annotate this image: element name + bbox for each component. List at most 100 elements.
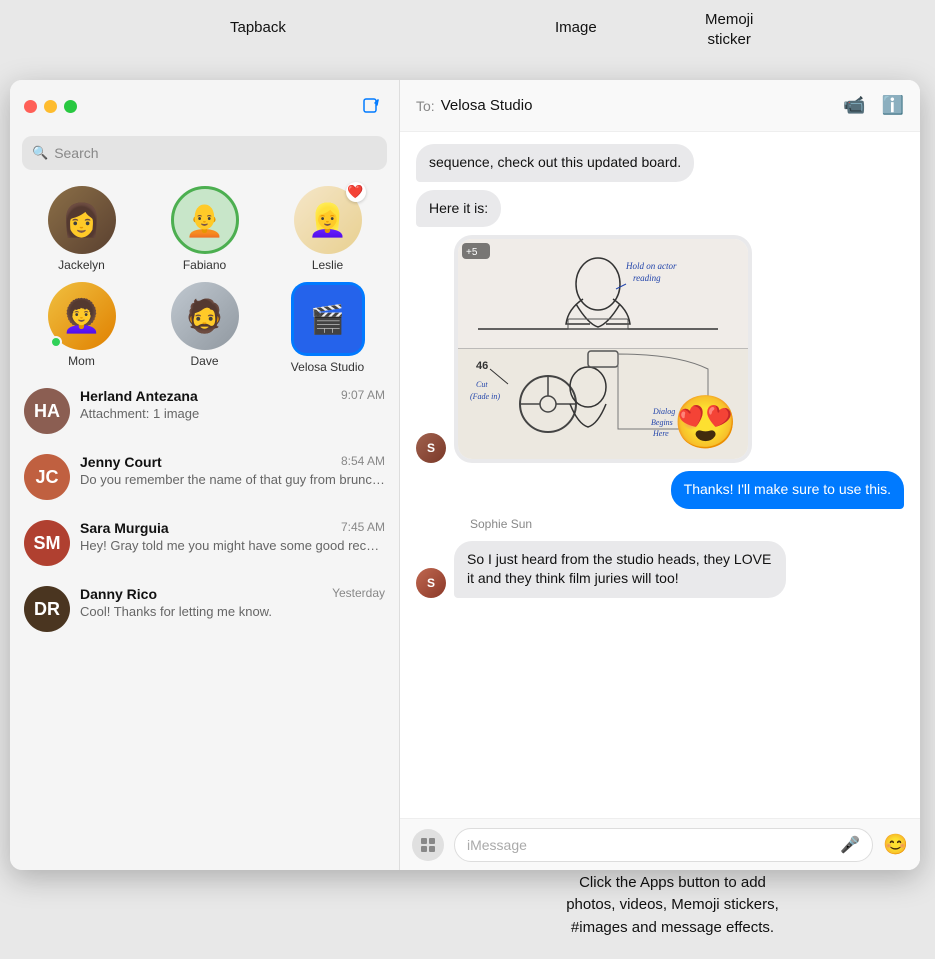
image-label: Image [555,19,597,36]
pinned-leslie[interactable]: 👱‍♀️ ❤️ Leslie [283,186,373,272]
herland-avatar: HA [24,388,70,434]
svg-text:Hold on actor: Hold on actor [625,261,677,271]
jenny-content: Jenny Court 8:54 AM Do you remember the … [80,454,385,487]
chat-header: To: Velosa Studio 📹 ℹ️ [400,80,920,132]
sender-label-sophie: Sophie Sun [470,517,904,531]
fullscreen-button[interactable] [64,100,77,113]
svg-text:+5: +5 [466,247,478,258]
msg-bubble-sent: Thanks! I'll make sure to use this. [671,471,904,509]
dave-avatar-wrap: 🧔 [171,282,239,350]
compose-button[interactable] [357,92,385,120]
svg-text:reading: reading [633,273,661,283]
msg-row-sent: Thanks! I'll make sure to use this. [416,471,904,509]
msg-bubble-sophie: So I just heard from the studio heads, t… [454,541,786,598]
conv-danny[interactable]: DR Danny Rico Yesterday Cool! Thanks for… [10,576,399,642]
herland-content: Herland Antezana 9:07 AM Attachment: 1 i… [80,388,385,421]
conv-herland[interactable]: HA Herland Antezana 9:07 AM Attachment: … [10,378,399,444]
dave-name: Dave [190,354,218,368]
storyboard-image: Hold on actor reading [458,239,748,459]
audio-icon: 🎤 [840,835,860,855]
conversation-list: HA Herland Antezana 9:07 AM Attachment: … [10,378,399,870]
leslie-avatar-wrap: 👱‍♀️ ❤️ [294,186,362,254]
sara-content: Sara Murguia 7:45 AM Hey! Gray told me y… [80,520,385,553]
msg-bubble-2: Here it is: [416,190,501,228]
titlebar [10,80,399,132]
pinned-row-1: 👩 Jackelyn 🧑‍🦲 Fabiano 👱‍♀️ [10,180,399,276]
svg-text:Dialog: Dialog [652,407,675,416]
jenny-preview: Do you remember the name of that guy fro… [80,472,385,487]
memoji-annotation: Memojisticker [705,10,753,49]
herland-time: 9:07 AM [341,388,385,404]
chat-recipient: Velosa Studio [441,97,843,114]
memoji-sticker: 😍 [673,397,738,449]
sara-preview: Hey! Gray told me you might have some go… [80,538,385,553]
jenny-time: 8:54 AM [341,454,385,470]
fabiano-avatar-wrap: 🧑‍🦲 [171,186,239,254]
danny-header: Danny Rico Yesterday [80,586,385,602]
pinned-dave[interactable]: 🧔 Dave [160,282,250,374]
pinned-jackelyn[interactable]: 👩 Jackelyn [37,186,127,272]
mom-name: Mom [68,354,95,368]
herland-name: Herland Antezana [80,388,198,404]
apps-button[interactable] [412,829,444,861]
sophie-mini-avatar: S [416,568,446,598]
msg-row-image: S [416,235,904,463]
sidebar: 🔍 Search 👩 Jackelyn 🧑‍🦲 [10,80,400,870]
fabiano-avatar: 🧑‍🦲 [171,186,239,254]
jenny-avatar: JC [24,454,70,500]
danny-content: Danny Rico Yesterday Cool! Thanks for le… [80,586,385,619]
pinned-fabiano[interactable]: 🧑‍🦲 Fabiano [160,186,250,272]
pinned-mom[interactable]: 👩‍🦱 Mom [37,282,127,374]
jackelyn-avatar: 👩 [48,186,116,254]
search-input[interactable]: Search [54,145,98,161]
emoji-button[interactable]: 😊 [883,832,908,857]
minimize-button[interactable] [44,100,57,113]
traffic-lights [24,100,77,113]
chat-header-icons: 📹 ℹ️ [843,95,904,116]
tapback-annotation: Tapback [230,18,286,38]
svg-text:(Fade in): (Fade in) [470,392,500,401]
to-label: To: [416,98,435,114]
svg-text:Here: Here [652,429,669,438]
svg-text:Cut: Cut [476,380,488,389]
danny-time: Yesterday [332,586,385,602]
online-indicator [50,336,62,348]
search-icon: 🔍 [32,145,48,161]
msg-row-1: sequence, check out this updated board. [416,144,904,182]
messages-window: 🔍 Search 👩 Jackelyn 🧑‍🦲 [10,80,920,870]
close-button[interactable] [24,100,37,113]
conv-jenny[interactable]: JC Jenny Court 8:54 AM Do you remember t… [10,444,399,510]
sara-header: Sara Murguia 7:45 AM [80,520,385,536]
sender-mini-avatar: S [416,433,446,463]
sara-avatar: SM [24,520,70,566]
leslie-name: Leslie [312,258,343,272]
msg-bubble-1: sequence, check out this updated board. [416,144,694,182]
imessage-input[interactable]: iMessage 🎤 [454,828,873,862]
memoji-label: Memojisticker [705,11,753,48]
herland-header: Herland Antezana 9:07 AM [80,388,385,404]
chat-area: To: Velosa Studio 📹 ℹ️ sequence, check o… [400,80,920,870]
image-bubble: Hold on actor reading [454,235,752,463]
conv-sara[interactable]: SM Sara Murguia 7:45 AM Hey! Gray told m… [10,510,399,576]
search-bar[interactable]: 🔍 Search [22,136,387,170]
image-annotation: Image [555,18,597,38]
svg-text:46: 46 [476,360,488,372]
herland-preview: Attachment: 1 image [80,406,385,421]
jenny-name: Jenny Court [80,454,162,470]
input-placeholder: iMessage [467,837,527,853]
danny-avatar: DR [24,586,70,632]
mom-avatar-wrap: 👩‍🦱 [48,282,116,350]
jenny-header: Jenny Court 8:54 AM [80,454,385,470]
bottom-annotation: Click the Apps button to addphotos, vide… [420,872,925,940]
danny-name: Danny Rico [80,586,157,602]
msg-row-sophie: S So I just heard from the studio heads,… [416,541,904,598]
velosa-avatar: 🎬 [294,285,362,353]
tapback-label: Tapback [230,19,286,36]
chat-messages: sequence, check out this updated board. … [400,132,920,818]
info-icon[interactable]: ℹ️ [882,95,904,116]
dave-avatar: 🧔 [171,282,239,350]
fabiano-name: Fabiano [183,258,226,272]
video-call-icon[interactable]: 📹 [843,95,865,116]
pinned-row-2: 👩‍🦱 Mom 🧔 Dave [10,276,399,378]
pinned-velosa-studio[interactable]: 🎬 Velosa Studio [283,282,373,374]
